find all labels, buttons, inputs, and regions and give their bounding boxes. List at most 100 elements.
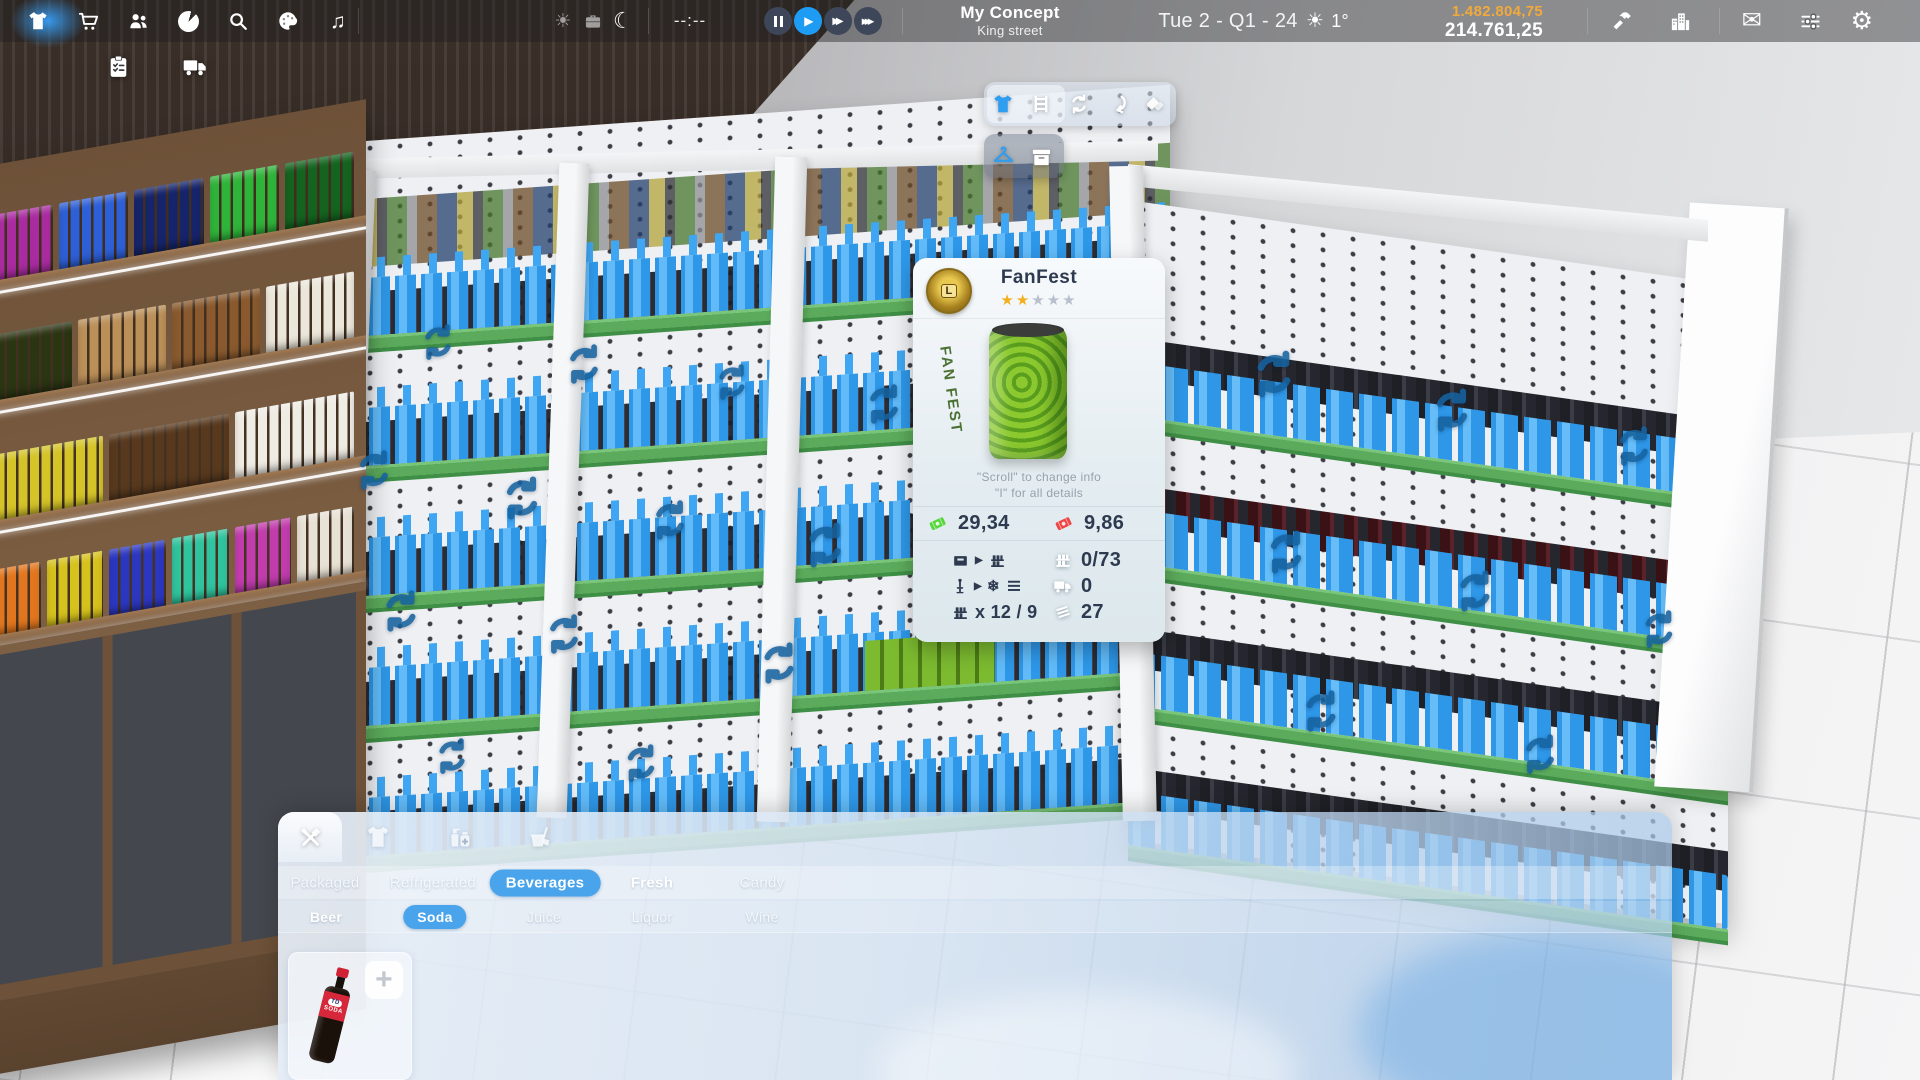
food-utensils-icon <box>297 824 324 851</box>
health-products-icon <box>447 824 474 851</box>
build-icon[interactable] <box>1600 0 1644 42</box>
arrow-right-icon: ▶ <box>975 555 983 566</box>
tab-food[interactable] <box>278 812 342 862</box>
star-icon: ★ <box>1031 292 1046 309</box>
temperature: 1° <box>1331 11 1349 32</box>
sell-ticket-icon <box>927 513 948 534</box>
swap-icon[interactable] <box>1060 82 1098 126</box>
subcategory-band: Beer Soda Juice Liquor Wine <box>278 901 1672 933</box>
clock-time: --:-- <box>662 0 718 42</box>
main-toolbar: ♫ <box>13 0 363 42</box>
balance-secondary: 1.482.804,75 <box>1388 3 1543 20</box>
wardrobe-icon[interactable] <box>13 0 63 42</box>
briefcase-icon[interactable] <box>578 0 608 42</box>
shelf-items-icon <box>951 603 970 622</box>
play-button[interactable]: ▶ <box>794 7 822 35</box>
shelf-capacity-row: 0/73 <box>1053 547 1121 573</box>
soda-can-image <box>989 327 1067 459</box>
subcategory-wine[interactable]: Wine <box>745 909 778 925</box>
delivery-value: 0 <box>1081 575 1092 598</box>
sell-price: 29,34 <box>958 512 1010 535</box>
shelf-rack-icon[interactable] <box>1022 82 1060 126</box>
card-header: L FanFest ★★★★★ <box>913 258 1165 319</box>
tab-cleaning[interactable] <box>510 812 570 862</box>
tab-clothing[interactable] <box>348 812 408 862</box>
subcategory-soda[interactable]: Soda <box>403 905 466 929</box>
delivery-truck-icon[interactable] <box>173 46 217 86</box>
filters-icon[interactable] <box>1788 0 1832 42</box>
storage-stack-icon <box>1053 602 1073 622</box>
statistics-icon[interactable] <box>163 0 213 42</box>
shelf-capacity-icon <box>1053 550 1073 570</box>
star-icon: ★ <box>1062 292 1077 309</box>
balance-primary: 214.761,25 <box>1388 20 1543 42</box>
cleaning-bucket-icon <box>527 824 554 851</box>
category-band: Packaged Refrigerated Beverages Fresh Ca… <box>278 866 1672 899</box>
buildings-icon[interactable] <box>1658 0 1702 42</box>
top-bar: ♫ ☀ ☾ --:-- ▶ ▶▶ ▶▶▶ My Concept King str… <box>0 0 1920 42</box>
sub-toolbar <box>96 46 217 86</box>
clothing-shirt-icon <box>365 824 391 850</box>
card-stats-right: 0/73 0 27 <box>1053 547 1121 625</box>
design-icon[interactable] <box>263 0 313 42</box>
buy-price: 9,86 <box>1084 512 1124 535</box>
product-image: FAN FEST <box>913 319 1165 467</box>
category-refrigerated[interactable]: Refrigerated <box>390 874 476 891</box>
moon-icon[interactable]: ☾ <box>608 0 638 42</box>
right-toolbar-3: ✉ <box>1730 0 1774 42</box>
category-fresh[interactable]: Fresh <box>631 874 673 891</box>
catalog-panel: Packaged Refrigerated Beverages Fresh Ca… <box>278 812 1672 1080</box>
arrow-right-icon: ▶ <box>974 581 982 592</box>
product-tooltip-card: L FanFest ★★★★★ FAN FEST "Scroll" to cha… <box>913 258 1165 642</box>
category-candy[interactable]: Candy <box>740 874 785 891</box>
fastest-forward-button[interactable]: ▶▶▶ <box>854 7 882 35</box>
hanger-icon[interactable] <box>984 134 1022 178</box>
game-date: Tue 2 - Q1 - 24 <box>1128 0 1328 42</box>
settings-icon[interactable]: ⚙ <box>1840 0 1884 42</box>
products-shirt-icon[interactable] <box>984 82 1022 126</box>
star-icon: ★ <box>1000 292 1015 309</box>
eraser-icon[interactable] <box>1136 82 1174 126</box>
store-name: My Concept <box>920 2 1100 23</box>
shelf-tools-row2 <box>984 134 1064 178</box>
game-screen: ♫ ☀ ☾ --:-- ▶ ▶▶ ▶▶▶ My Concept King str… <box>0 0 1920 1080</box>
add-product-button[interactable]: + <box>365 961 403 999</box>
undo-icon[interactable] <box>1098 82 1136 126</box>
right-toolbar <box>1600 0 1644 42</box>
customers-icon[interactable] <box>113 0 163 42</box>
balances: 1.482.804,75 214.761,25 <box>1388 3 1543 42</box>
delivery-row: 0 <box>1053 573 1121 599</box>
weather: ☀ 1° <box>1306 0 1349 42</box>
right-toolbar-2 <box>1658 0 1702 42</box>
ambient-toolbar: ☀ ☾ <box>548 0 638 42</box>
weather-sun-icon: ☀ <box>1306 11 1324 31</box>
music-icon[interactable]: ♫ <box>313 0 363 42</box>
tasks-clipboard-icon[interactable] <box>96 46 140 86</box>
price-row: 29,34 9,86 <box>913 506 1165 541</box>
buy-price-cell: 9,86 <box>1039 512 1165 535</box>
category-packaged[interactable]: Packaged <box>290 874 359 891</box>
subcategory-juice[interactable]: Juice <box>527 909 561 925</box>
stand-icon <box>951 577 969 595</box>
cart-icon[interactable] <box>63 0 113 42</box>
subcategory-beer[interactable]: Beer <box>310 909 342 925</box>
store-info: My Concept King street <box>920 2 1100 40</box>
mail-icon[interactable]: ✉ <box>1730 0 1774 42</box>
sun-icon[interactable]: ☀ <box>548 0 578 42</box>
box-icon[interactable] <box>1022 134 1060 178</box>
store-location: King street <box>920 23 1100 39</box>
tab-health[interactable] <box>430 812 490 862</box>
product-tile-soda[interactable]: TD SODA + <box>288 952 412 1080</box>
brand-logo: L <box>926 268 972 314</box>
subcategory-liquor[interactable]: Liquor <box>632 909 673 925</box>
fast-forward-button[interactable]: ▶▶ <box>824 7 852 35</box>
search-icon[interactable] <box>213 0 263 42</box>
sell-price-cell: 29,34 <box>913 512 1039 535</box>
category-beverages[interactable]: Beverages <box>490 869 601 896</box>
shelf-items-icon <box>988 551 1007 570</box>
pause-button[interactable] <box>764 7 792 35</box>
shelf-lines-icon <box>1005 577 1023 595</box>
storage-value: 27 <box>1081 601 1104 624</box>
soda-bottle-image: TD SODA <box>308 965 356 1064</box>
card-hints: "Scroll" to change info "I" for all deta… <box>913 467 1165 501</box>
